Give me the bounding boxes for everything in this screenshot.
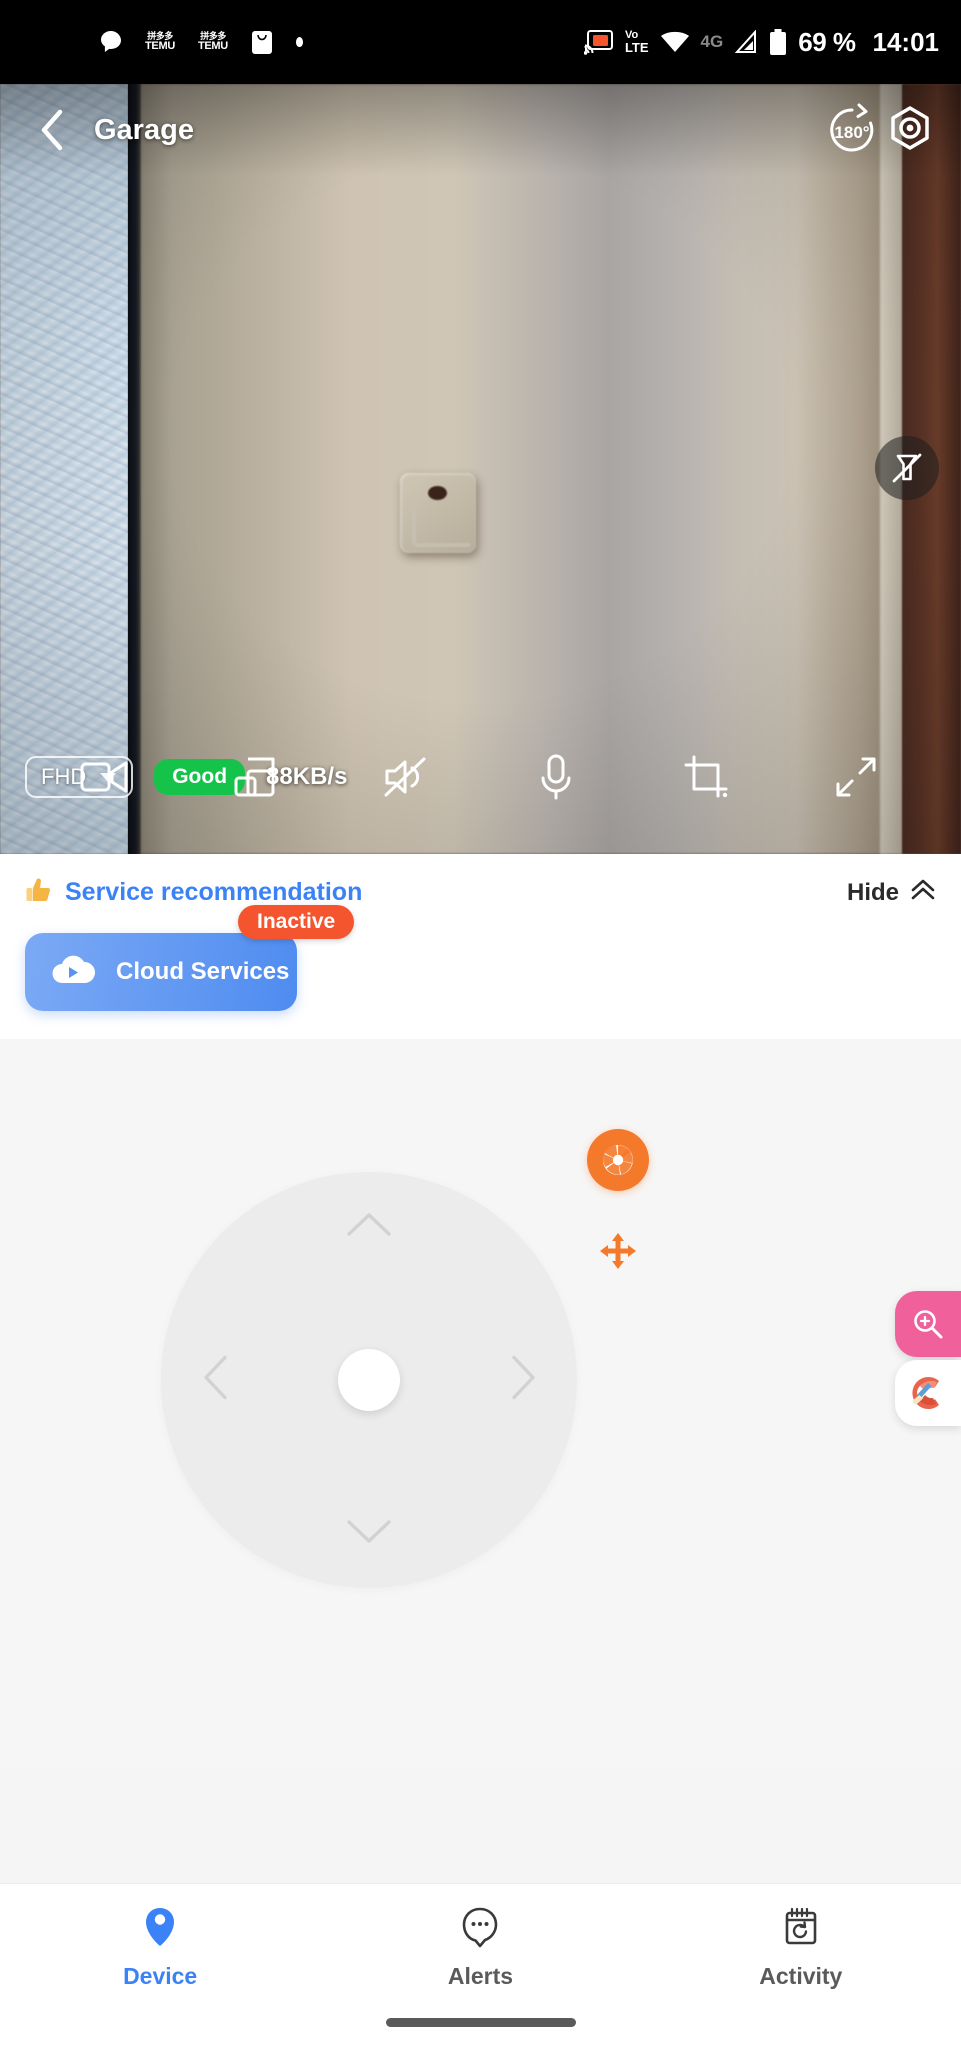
- zoom-in-floating-button[interactable]: [895, 1291, 961, 1357]
- dpad-up-button[interactable]: [346, 1210, 392, 1243]
- video-frosted-window: [0, 84, 128, 854]
- status-bar: 拼多多 TEMU 拼多多 TEMU Vo LTE 4G 69 % 14:01: [0, 0, 961, 84]
- volte-icon: Vo LTE: [624, 29, 649, 55]
- cloud-play-icon: [49, 952, 97, 993]
- battery-percent-label: 69 %: [798, 26, 856, 57]
- record-video-icon[interactable]: [70, 742, 140, 812]
- clock-label: 14:01: [872, 26, 940, 57]
- service-title-group: Service recommendation: [25, 876, 847, 909]
- microphone-icon[interactable]: [521, 742, 591, 812]
- shopping-bag-icon: [251, 29, 273, 55]
- bottom-navigation-bar: Device Alerts Activity: [0, 1883, 961, 2048]
- speaker-muted-icon[interactable]: [370, 742, 440, 812]
- multiscreen-icon[interactable]: [220, 742, 290, 812]
- rotate-180-button[interactable]: 180°: [823, 101, 881, 159]
- alert-bubble-icon: [460, 1906, 500, 1953]
- temu-notification-icon: 拼多多 TEMU: [145, 31, 175, 52]
- battery-icon: [769, 28, 787, 56]
- status-bar-left-icons: 拼多多 TEMU 拼多多 TEMU: [100, 29, 303, 55]
- camera-aperture-button[interactable]: [587, 1129, 649, 1191]
- nav-label-activity: Activity: [759, 1963, 843, 1989]
- app-screen: 拼多多 TEMU 拼多多 TEMU Vo LTE 4G 69 % 14:01 G…: [0, 0, 961, 2048]
- screen-cast-icon: [583, 29, 614, 55]
- message-bubble-icon: [100, 30, 122, 54]
- spotlight-toggle-button[interactable]: [875, 436, 939, 500]
- cloud-services-card[interactable]: Cloud Services: [25, 933, 297, 1011]
- nav-item-device[interactable]: Device: [60, 1906, 260, 1990]
- calendar-history-icon: [782, 1906, 820, 1953]
- page-title: Garage: [94, 113, 194, 146]
- camera-live-view[interactable]: Garage 180° FHD Good 88KB/s: [0, 84, 961, 854]
- ccleaner-floating-button[interactable]: [895, 1360, 961, 1426]
- video-light-switch: [400, 473, 476, 553]
- ptz-control-panel: [0, 1039, 961, 1769]
- service-card-list: Cloud Services Inactive: [25, 905, 936, 1011]
- cellular-signal-icon: [734, 30, 758, 54]
- fullscreen-expand-icon[interactable]: [821, 742, 891, 812]
- camera-toolbar: [0, 742, 961, 812]
- camera-settings-button[interactable]: [881, 101, 939, 159]
- dpad-down-button[interactable]: [346, 1517, 392, 1550]
- network-type-label: 4G: [700, 32, 724, 51]
- back-button[interactable]: [30, 107, 76, 153]
- status-bar-right-icons: Vo LTE 4G 69 % 14:01: [583, 26, 940, 58]
- thumbs-up-icon: [25, 876, 53, 909]
- wifi-icon: [660, 30, 690, 54]
- camera-header-bar: Garage 180°: [0, 84, 961, 176]
- dpad-left-button[interactable]: [201, 1355, 229, 1406]
- device-camera-icon: [143, 1906, 177, 1953]
- temu-notification-icon-2: 拼多多 TEMU: [197, 31, 228, 52]
- service-recommendation-header: Service recommendation Hide: [25, 876, 936, 909]
- svg-text:180°: 180°: [834, 123, 869, 142]
- hide-services-button[interactable]: Hide: [847, 878, 936, 907]
- cloud-services-label: Cloud Services: [116, 958, 290, 985]
- nav-item-alerts[interactable]: Alerts: [380, 1906, 580, 1990]
- four-way-move-button[interactable]: [598, 1231, 638, 1271]
- video-wall-door: [141, 84, 921, 854]
- generic-dot-icon: [295, 37, 303, 47]
- nav-label-device: Device: [123, 1963, 198, 1989]
- dpad-center-button[interactable]: [338, 1349, 400, 1411]
- service-recommendation-section: Service recommendation Hide Cloud Servic…: [0, 854, 961, 1039]
- nav-item-activity[interactable]: Activity: [701, 1906, 901, 1990]
- hide-label: Hide: [846, 878, 899, 906]
- nav-label-alerts: Alerts: [447, 1963, 514, 1989]
- double-chevron-up-icon: [910, 878, 936, 907]
- status-badge: Inactive: [238, 905, 355, 939]
- bottom-nav-items: Device Alerts Activity: [0, 1884, 961, 1990]
- floating-button-stack: [895, 1291, 961, 1426]
- video-dark-edge: [128, 84, 141, 854]
- service-recommendation-title: Service recommendation: [65, 878, 363, 906]
- screenshot-crop-icon[interactable]: [671, 742, 741, 812]
- dpad-right-button[interactable]: [509, 1355, 537, 1406]
- home-indicator[interactable]: [385, 2018, 576, 2027]
- ptz-dpad[interactable]: [161, 1172, 577, 1588]
